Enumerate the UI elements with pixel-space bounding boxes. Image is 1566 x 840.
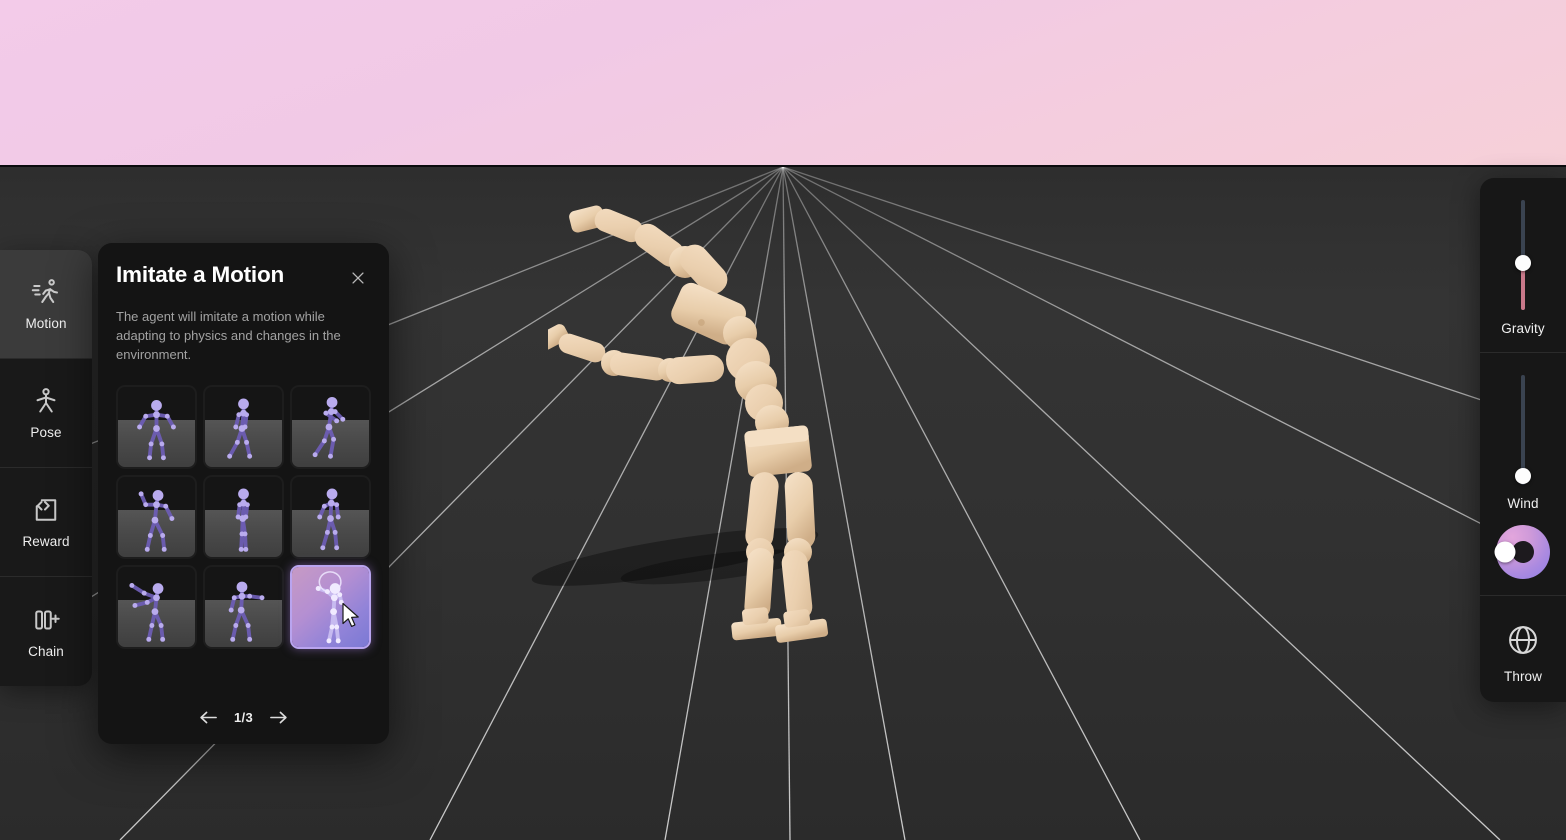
- pagination: 1/3: [98, 706, 389, 728]
- sidebar-item-motion[interactable]: Motion: [0, 250, 92, 359]
- motion-figure: [317, 488, 341, 550]
- prev-page-button[interactable]: [196, 706, 220, 728]
- running-person-icon: [31, 277, 61, 307]
- motion-figure: [129, 582, 166, 642]
- motion-thumbnail[interactable]: [203, 564, 284, 649]
- motion-figure: [312, 396, 346, 459]
- sky-gradient: [0, 0, 1566, 167]
- wind-control: Wind: [1480, 353, 1566, 596]
- page-indicator: 1/3: [234, 709, 253, 725]
- sidebar-item-reward[interactable]: Reward: [0, 468, 92, 577]
- motion-thumbnail[interactable]: [290, 474, 371, 559]
- gravity-slider-knob[interactable]: [1515, 254, 1531, 271]
- motion-thumbnail[interactable]: [290, 564, 371, 649]
- wind-slider[interactable]: [1515, 375, 1531, 485]
- standing-person-icon: [31, 386, 61, 416]
- wind-label: Wind: [1507, 496, 1539, 511]
- code-brackets-icon: [31, 495, 61, 525]
- sidebar-item-label: Chain: [28, 643, 64, 659]
- sidebar-item-label: Motion: [25, 316, 67, 331]
- gravity-label: Gravity: [1501, 321, 1545, 336]
- motion-figure: [315, 570, 344, 643]
- gravity-control: Gravity: [1480, 178, 1566, 353]
- motion-thumbnail[interactable]: [203, 384, 284, 469]
- app-root: Motion Pose Reward Chain Gravity Wind Th…: [0, 0, 1566, 840]
- motion-thumbnail[interactable]: [116, 474, 197, 559]
- sidebar-item-label: Reward: [22, 534, 70, 549]
- sidebar-item-chain[interactable]: Chain: [0, 577, 92, 686]
- sidebar-item-label: Pose: [30, 425, 62, 440]
- close-icon[interactable]: [345, 265, 371, 291]
- motion-figure: [227, 398, 253, 459]
- motion-figure: [235, 488, 250, 552]
- throw-control[interactable]: Throw: [1480, 596, 1566, 702]
- wind-direction-pad[interactable]: [1494, 525, 1550, 579]
- right-sidebar: Gravity Wind Throw: [1480, 178, 1566, 702]
- imitate-motion-panel: Imitate a Motion The agent will imitate …: [98, 243, 389, 744]
- sphere-globe-icon: [1505, 622, 1541, 658]
- motion-thumbnail-grid: [116, 384, 371, 649]
- motion-figure: [137, 399, 176, 460]
- chain-bars-plus-icon: [31, 605, 61, 635]
- panel-header: Imitate a Motion: [116, 262, 371, 291]
- wind-pad-knob[interactable]: [1494, 541, 1516, 563]
- motion-figure: [138, 489, 175, 552]
- motion-thumbnail[interactable]: [116, 564, 197, 649]
- gravity-slider[interactable]: [1515, 200, 1531, 310]
- sidebar-item-pose[interactable]: Pose: [0, 359, 92, 468]
- wind-slider-knob[interactable]: [1515, 468, 1531, 485]
- motion-thumbnail[interactable]: [290, 384, 371, 469]
- motion-figure: [228, 581, 265, 642]
- character-mannequin[interactable]: [548, 200, 868, 680]
- next-page-button[interactable]: [267, 706, 291, 728]
- motion-thumbnail[interactable]: [203, 474, 284, 559]
- page-title: Imitate a Motion: [116, 262, 285, 287]
- motion-thumbnail[interactable]: [116, 384, 197, 469]
- left-sidebar: Motion Pose Reward Chain: [0, 250, 92, 686]
- panel-description: The agent will imitate a motion while ad…: [116, 309, 341, 362]
- throw-label: Throw: [1503, 669, 1542, 684]
